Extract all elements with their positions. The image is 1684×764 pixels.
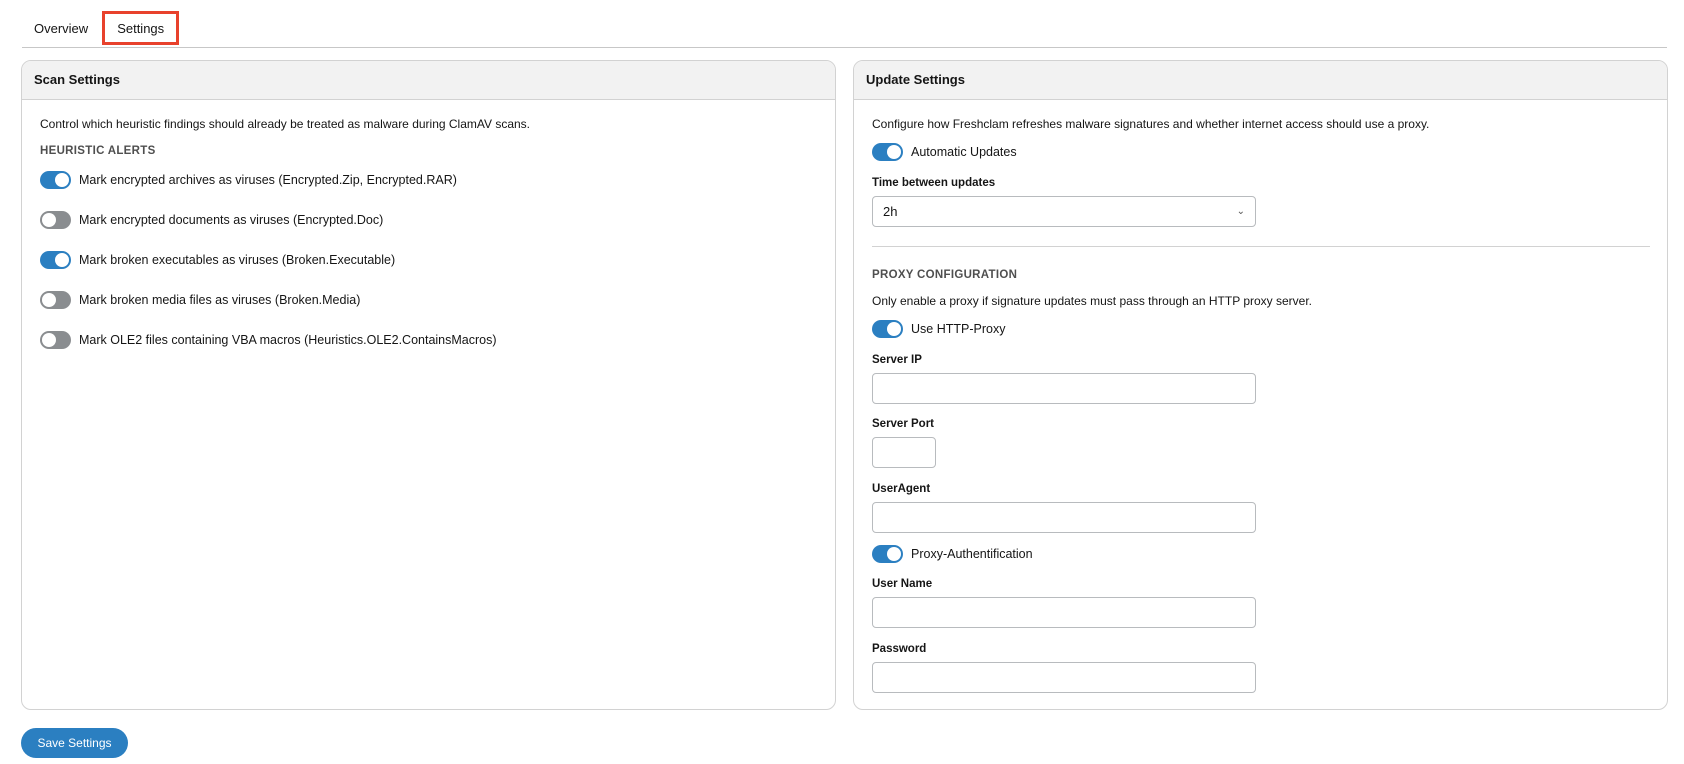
proxy-configuration-heading: PROXY CONFIGURATION bbox=[872, 269, 1018, 281]
encrypted-documents-toggle[interactable] bbox=[40, 211, 71, 229]
server-port-input[interactable] bbox=[872, 437, 936, 468]
toggle-knob bbox=[887, 322, 901, 336]
toggle-row-broken-media: Mark broken media files as viruses (Brok… bbox=[40, 290, 360, 310]
proxy-authentification-label: Proxy-Authentification bbox=[911, 547, 1033, 561]
automatic-updates-toggle[interactable] bbox=[872, 143, 903, 161]
toggle-knob bbox=[55, 253, 69, 267]
server-ip-input[interactable] bbox=[872, 373, 1256, 404]
tab-overview[interactable]: Overview bbox=[22, 11, 100, 45]
broken-media-label: Mark broken media files as viruses (Brok… bbox=[79, 293, 361, 307]
section-divider bbox=[872, 246, 1650, 247]
toggle-knob bbox=[42, 213, 56, 227]
encrypted-archives-label: Mark encrypted archives as viruses (Encr… bbox=[79, 173, 457, 187]
user-name-label: User Name bbox=[872, 578, 933, 590]
proxy-description: Only enable a proxy if signature updates… bbox=[872, 294, 1313, 308]
password-input[interactable] bbox=[872, 662, 1256, 693]
heuristic-alerts-heading: HEURISTIC ALERTS bbox=[40, 145, 156, 157]
toggle-row-broken-executables: Mark broken executables as viruses (Brok… bbox=[40, 250, 395, 270]
toggle-knob bbox=[887, 547, 901, 561]
toggle-row-encrypted-archives: Mark encrypted archives as viruses (Encr… bbox=[40, 170, 457, 190]
ole2-macros-label: Mark OLE2 files containing VBA macros (H… bbox=[79, 333, 497, 347]
chevron-down-icon: ⌄ bbox=[1236, 206, 1245, 217]
time-between-updates-label: Time between updates bbox=[872, 177, 996, 189]
server-ip-label: Server IP bbox=[872, 354, 922, 366]
time-between-updates-value: 2h bbox=[883, 204, 898, 219]
ole2-macros-toggle[interactable] bbox=[40, 331, 71, 349]
toggle-row-ole2-macros: Mark OLE2 files containing VBA macros (H… bbox=[40, 330, 497, 350]
proxy-authentification-toggle[interactable] bbox=[872, 545, 903, 563]
toggle-knob bbox=[55, 173, 69, 187]
toggle-row-proxy-authentification: Proxy-Authentification bbox=[872, 544, 1033, 564]
save-settings-button[interactable]: Save Settings bbox=[21, 728, 128, 758]
toggle-row-automatic-updates: Automatic Updates bbox=[872, 142, 1017, 162]
user-agent-label: UserAgent bbox=[872, 483, 931, 495]
toggle-knob bbox=[42, 293, 56, 307]
toggle-knob bbox=[42, 333, 56, 347]
password-label: Password bbox=[872, 643, 927, 655]
update-settings-card: Update Settings Configure how Freshclam … bbox=[853, 60, 1668, 710]
time-between-updates-select[interactable]: 2h ⌄ bbox=[872, 196, 1256, 227]
tab-bar: Overview Settings bbox=[22, 11, 1667, 48]
encrypted-archives-toggle[interactable] bbox=[40, 171, 71, 189]
broken-executables-toggle[interactable] bbox=[40, 251, 71, 269]
use-http-proxy-toggle[interactable] bbox=[872, 320, 903, 338]
broken-media-toggle[interactable] bbox=[40, 291, 71, 309]
use-http-proxy-label: Use HTTP-Proxy bbox=[911, 322, 1006, 336]
scan-settings-description: Control which heuristic findings should … bbox=[40, 117, 531, 131]
toggle-row-use-http-proxy: Use HTTP-Proxy bbox=[872, 319, 1005, 339]
user-name-input[interactable] bbox=[872, 597, 1256, 628]
update-settings-description: Configure how Freshclam refreshes malwar… bbox=[872, 117, 1430, 131]
scan-settings-title: Scan Settings bbox=[22, 61, 835, 100]
update-settings-title: Update Settings bbox=[854, 61, 1667, 100]
tab-settings[interactable]: Settings bbox=[102, 11, 180, 45]
user-agent-input[interactable] bbox=[872, 502, 1256, 533]
broken-executables-label: Mark broken executables as viruses (Brok… bbox=[79, 253, 396, 267]
scan-settings-card: Scan Settings Control which heuristic fi… bbox=[21, 60, 836, 710]
automatic-updates-label: Automatic Updates bbox=[911, 145, 1017, 159]
encrypted-documents-label: Mark encrypted documents as viruses (Enc… bbox=[79, 213, 384, 227]
toggle-knob bbox=[887, 145, 901, 159]
server-port-label: Server Port bbox=[872, 418, 935, 430]
toggle-row-encrypted-documents: Mark encrypted documents as viruses (Enc… bbox=[40, 210, 383, 230]
